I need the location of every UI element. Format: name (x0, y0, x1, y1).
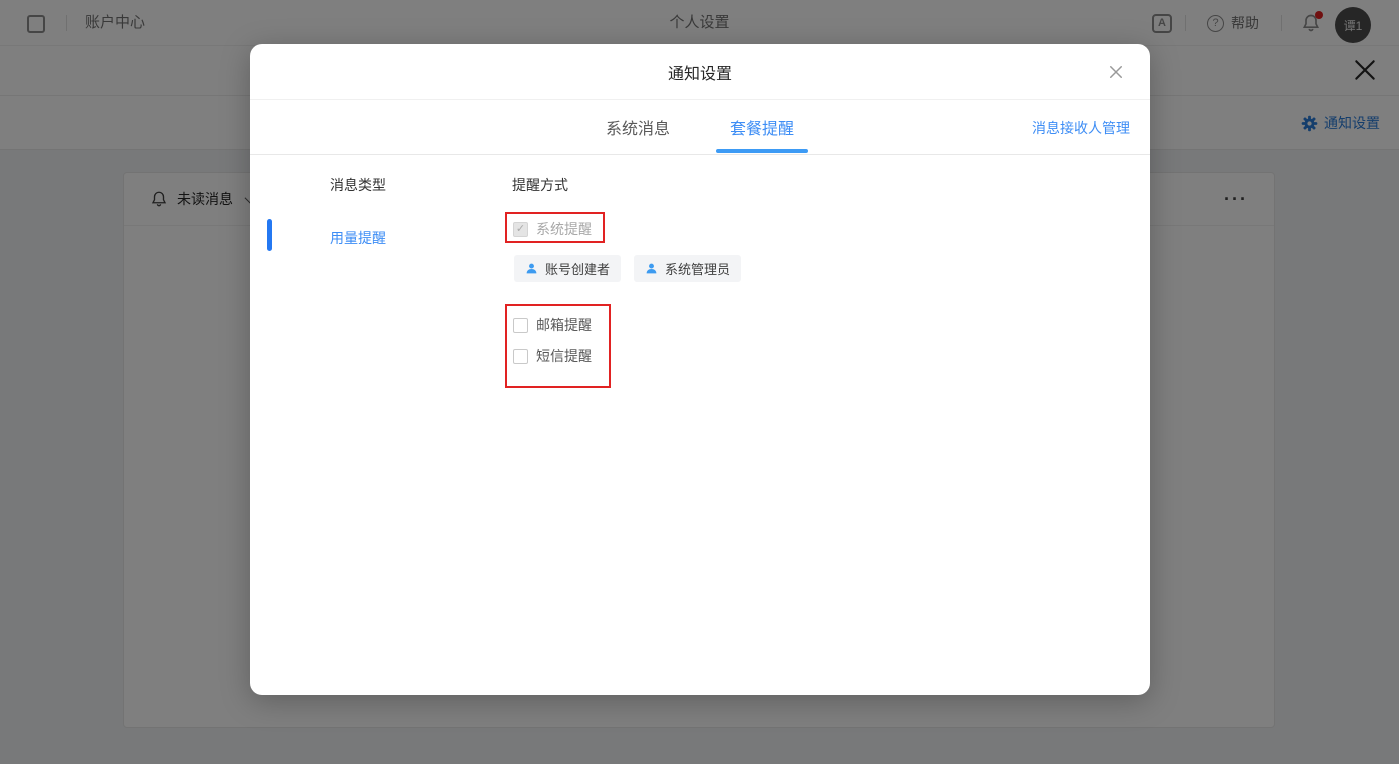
system-reminder-label: 系统提醒 (536, 219, 592, 239)
tab-label: 套餐提醒 (730, 115, 794, 139)
sms-reminder-label: 短信提醒 (536, 346, 592, 366)
tag-system-admin: 系统管理员 (634, 255, 741, 282)
message-type-header: 消息类型 (330, 175, 386, 195)
modal-close-icon[interactable] (1107, 63, 1125, 81)
notification-settings-modal: 通知设置 系统消息 套餐提醒 消息接收人管理 消息类型 提醒方式 用量提醒 ✓ … (250, 44, 1150, 695)
system-reminder-row: ✓ 系统提醒 (507, 214, 603, 239)
tab-package-reminder[interactable]: 套餐提醒 (716, 100, 808, 155)
tag-account-creator: 账号创建者 (514, 255, 621, 282)
other-reminders-list: 邮箱提醒 短信提醒 (507, 306, 609, 366)
modal-title: 通知设置 (668, 60, 732, 84)
annotation-box-system-reminder: ✓ 系统提醒 (505, 212, 605, 243)
email-reminder-label: 邮箱提醒 (536, 315, 592, 335)
person-icon (645, 262, 658, 275)
active-tab-indicator (716, 149, 808, 153)
tab-system-messages[interactable]: 系统消息 (592, 100, 684, 155)
email-reminder-row: 邮箱提醒 (513, 315, 609, 335)
modal-body: 消息类型 提醒方式 用量提醒 ✓ 系统提醒 账号创建者 系统管理员 (250, 155, 1150, 695)
selected-item-indicator (267, 219, 272, 251)
modal-tab-bar: 系统消息 套餐提醒 消息接收人管理 (250, 100, 1150, 155)
checkbox-email-reminder[interactable] (513, 318, 528, 333)
message-recipients-link[interactable]: 消息接收人管理 (1032, 100, 1130, 155)
reminder-method-header: 提醒方式 (512, 175, 568, 195)
recipient-tags: 账号创建者 系统管理员 (514, 255, 741, 282)
checkbox-system-reminder[interactable]: ✓ (513, 222, 528, 237)
tag-label: 系统管理员 (665, 259, 730, 278)
annotation-box-other-reminders: 邮箱提醒 短信提醒 (505, 304, 611, 388)
modal-header: 通知设置 (250, 44, 1150, 100)
menu-item-usage-reminder[interactable]: 用量提醒 (330, 228, 386, 248)
tag-label: 账号创建者 (545, 259, 610, 278)
sms-reminder-row: 短信提醒 (513, 346, 609, 366)
checkbox-sms-reminder[interactable] (513, 349, 528, 364)
tab-label: 系统消息 (606, 115, 670, 139)
person-icon (525, 262, 538, 275)
